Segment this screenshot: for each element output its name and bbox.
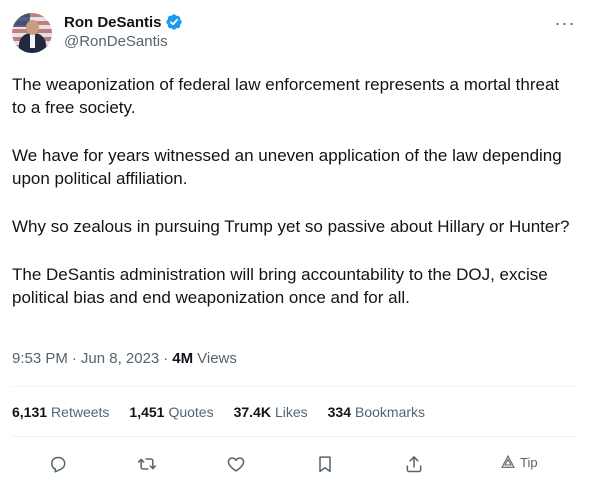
tweet-paragraph: We have for years witnessed an uneven ap…: [12, 146, 562, 188]
quotes-stat[interactable]: 1,451 Quotes: [129, 404, 213, 420]
divider: [12, 436, 578, 437]
retweet-icon: [137, 458, 157, 470]
bookmarks-label: Bookmarks: [355, 404, 426, 420]
avatar-person-shirt: [30, 34, 35, 48]
tweet-paragraph: The DeSantis administration will bring a…: [12, 265, 548, 307]
tweet-meta: 9:53 PM · Jun 8, 2023 · 4M Views: [12, 350, 237, 367]
tweet-paragraph: Why so zealous in pursuing Trump yet so …: [12, 217, 570, 236]
tweet-date[interactable]: Jun 8, 2023: [81, 350, 159, 367]
views-label: Views: [197, 350, 237, 367]
divider: [12, 386, 578, 387]
likes-stat[interactable]: 37.4K Likes: [234, 404, 308, 420]
retweets-label: Retweets: [51, 404, 110, 420]
retweets-count: 6,131: [12, 404, 48, 420]
like-button[interactable]: [224, 452, 248, 476]
bookmarks-count: 334: [327, 404, 351, 420]
name-row: Ron DeSantis: [64, 12, 183, 32]
tip-icon: [501, 454, 515, 468]
more-options-button[interactable]: ···: [553, 12, 577, 33]
tweet-time[interactable]: 9:53 PM: [12, 350, 68, 367]
tweet-actions: Tip: [0, 452, 591, 476]
verified-badge-icon[interactable]: [165, 13, 183, 31]
share-button[interactable]: [402, 452, 426, 476]
retweet-button[interactable]: [135, 452, 159, 476]
share-icon: [406, 456, 422, 473]
bookmarks-stat[interactable]: 334 Bookmarks: [328, 404, 425, 420]
author-block: Ron DeSantis @RonDeSantis: [64, 12, 183, 50]
retweets-stat[interactable]: 6,131 Retweets: [12, 404, 109, 420]
bookmark-icon: [319, 456, 331, 473]
meta-separator: ·: [163, 350, 169, 367]
quotes-label: Quotes: [168, 404, 214, 420]
bookmark-button[interactable]: [313, 452, 337, 476]
meta-separator: ·: [71, 350, 77, 367]
author-handle[interactable]: @RonDeSantis: [64, 33, 183, 50]
quotes-count: 1,451: [129, 404, 165, 420]
tweet-text: The weaponization of federal law enforce…: [12, 73, 578, 309]
tweet-paragraph: The weaponization of federal law enforce…: [12, 75, 560, 117]
likes-count: 37.4K: [233, 404, 271, 420]
avatar[interactable]: [12, 13, 52, 53]
author-display-name[interactable]: Ron DeSantis: [64, 14, 162, 31]
tip-button[interactable]: Tip: [500, 454, 538, 470]
tip-label: Tip: [520, 454, 538, 470]
avatar-person-head: [26, 20, 39, 35]
reply-icon: [51, 456, 66, 473]
views-count: 4M: [172, 350, 194, 367]
engagement-stats: 6,131 Retweets 1,451 Quotes 37.4K Likes …: [12, 404, 445, 420]
likes-label: Likes: [274, 404, 308, 420]
more-icon: ···: [554, 12, 576, 33]
reply-button[interactable]: [46, 452, 70, 476]
heart-icon: [227, 457, 245, 472]
